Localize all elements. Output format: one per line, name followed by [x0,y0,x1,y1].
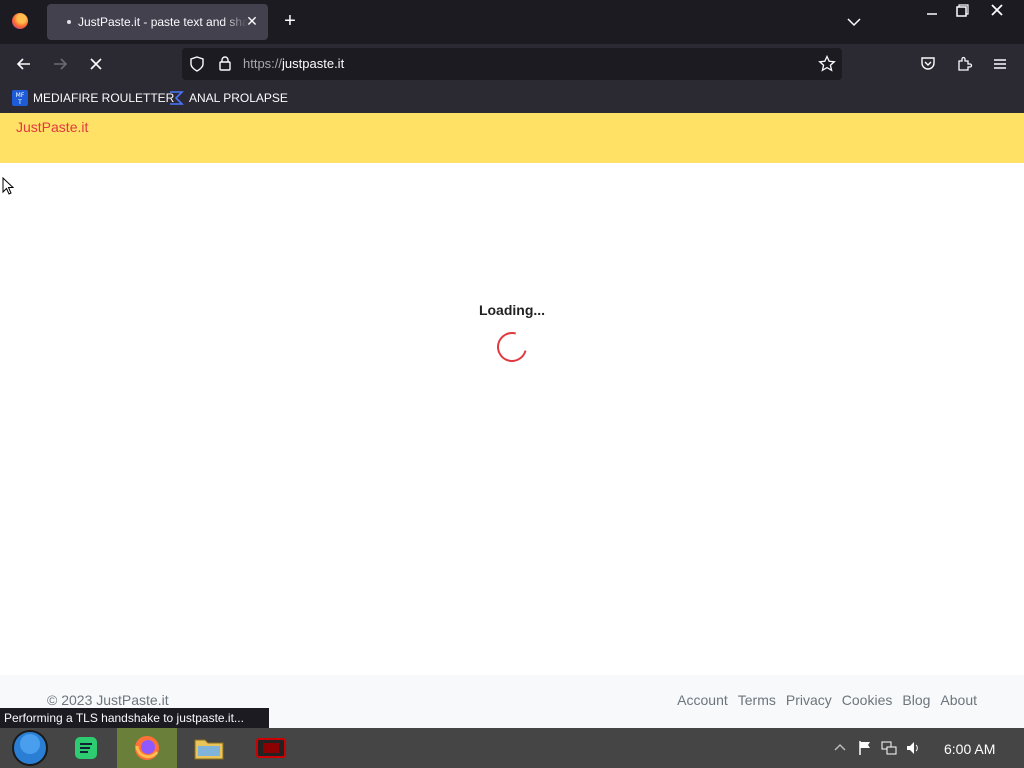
tracking-protection-shield-icon[interactable] [189,56,205,77]
app-menu-icon[interactable] [988,52,1012,76]
show-hidden-icons-chevron-icon[interactable] [832,740,848,756]
bookmark-star-icon[interactable] [818,54,836,78]
close-tab-icon[interactable]: ✕ [244,13,260,29]
footer-link-cookies[interactable]: Cookies [842,692,893,708]
firefox-icon [12,13,28,29]
address-bar[interactable]: https://justpaste.it [182,48,842,80]
forward-icon[interactable] [48,52,72,76]
folder-icon [194,739,224,760]
svg-text:MF: MF [16,92,25,99]
svg-text:T: T [17,99,22,106]
taskbar-app-media[interactable] [241,728,301,768]
volume-icon[interactable] [905,740,921,756]
taskbar-app-file-explorer[interactable] [179,728,239,768]
bookmarks-toolbar: MF T MEDIAFIRE ROULETTER ANAL PROLAPSE [0,84,1024,113]
start-orb-icon [12,730,48,766]
site-header: JustPaste.it [0,113,1024,163]
lock-icon[interactable] [217,55,233,76]
media-app-icon [256,738,286,758]
back-icon[interactable] [12,52,36,76]
taskbar-app-notes[interactable] [56,728,116,768]
stop-loading-icon[interactable] [84,52,108,76]
bookmark-mediafire[interactable]: MF T MEDIAFIRE ROULETTER [12,90,174,106]
site-logo-link[interactable]: JustPaste.it [16,119,88,135]
footer-link-terms[interactable]: Terms [738,692,776,708]
bookmark-label: MEDIAFIRE ROULETTER [33,91,175,105]
bookmark-second[interactable]: ANAL PROLAPSE [168,90,288,106]
restore-icon[interactable] [947,2,977,22]
footer-link-account[interactable]: Account [677,692,728,708]
url-text[interactable]: https://justpaste.it [243,56,344,71]
mouse-cursor-icon [2,176,15,200]
tab-title: JustPaste.it - paste text and share [78,15,248,29]
tab-justpaste[interactable]: JustPaste.it - paste text and share ✕ [47,4,268,40]
loading-dot-icon [67,20,71,24]
close-window-icon[interactable] [982,2,1012,22]
bookmark-label: ANAL PROLAPSE [189,91,288,105]
start-button[interactable] [0,728,60,768]
footer-link-blog[interactable]: Blog [902,692,930,708]
footer-link-privacy[interactable]: Privacy [786,692,832,708]
bookmark-favicon [170,91,184,105]
mediafire-icon: MFT [12,90,28,106]
minimize-icon[interactable] [917,2,947,22]
taskbar-app-firefox[interactable] [117,728,177,768]
system-clock[interactable]: 6:00 AM [944,741,995,757]
loading-text: Loading... [478,302,546,318]
pocket-icon[interactable] [916,52,940,76]
new-tab-button[interactable]: + [280,11,300,31]
extensions-icon[interactable] [952,52,976,76]
browser-status-text: Performing a TLS handshake to justpaste.… [0,708,269,729]
list-all-tabs-icon[interactable] [844,12,864,32]
main-content: Loading... [0,163,1024,675]
network-icon[interactable] [881,740,897,756]
action-center-flag-icon[interactable] [857,740,873,756]
notes-app-icon [75,737,97,759]
footer-link-about[interactable]: About [940,692,977,708]
tab-strip: JustPaste.it - paste text and share ✕ + [0,0,1024,44]
navigation-toolbar: https://justpaste.it [0,44,1024,84]
taskbar: 6:00 AM [0,728,1024,768]
loading-spinner-icon [491,326,533,368]
copyright-text: © 2023 JustPaste.it [47,692,169,708]
footer-links: Account Terms Privacy Cookies Blog About [677,692,977,708]
firefox-taskbar-icon [135,736,159,760]
